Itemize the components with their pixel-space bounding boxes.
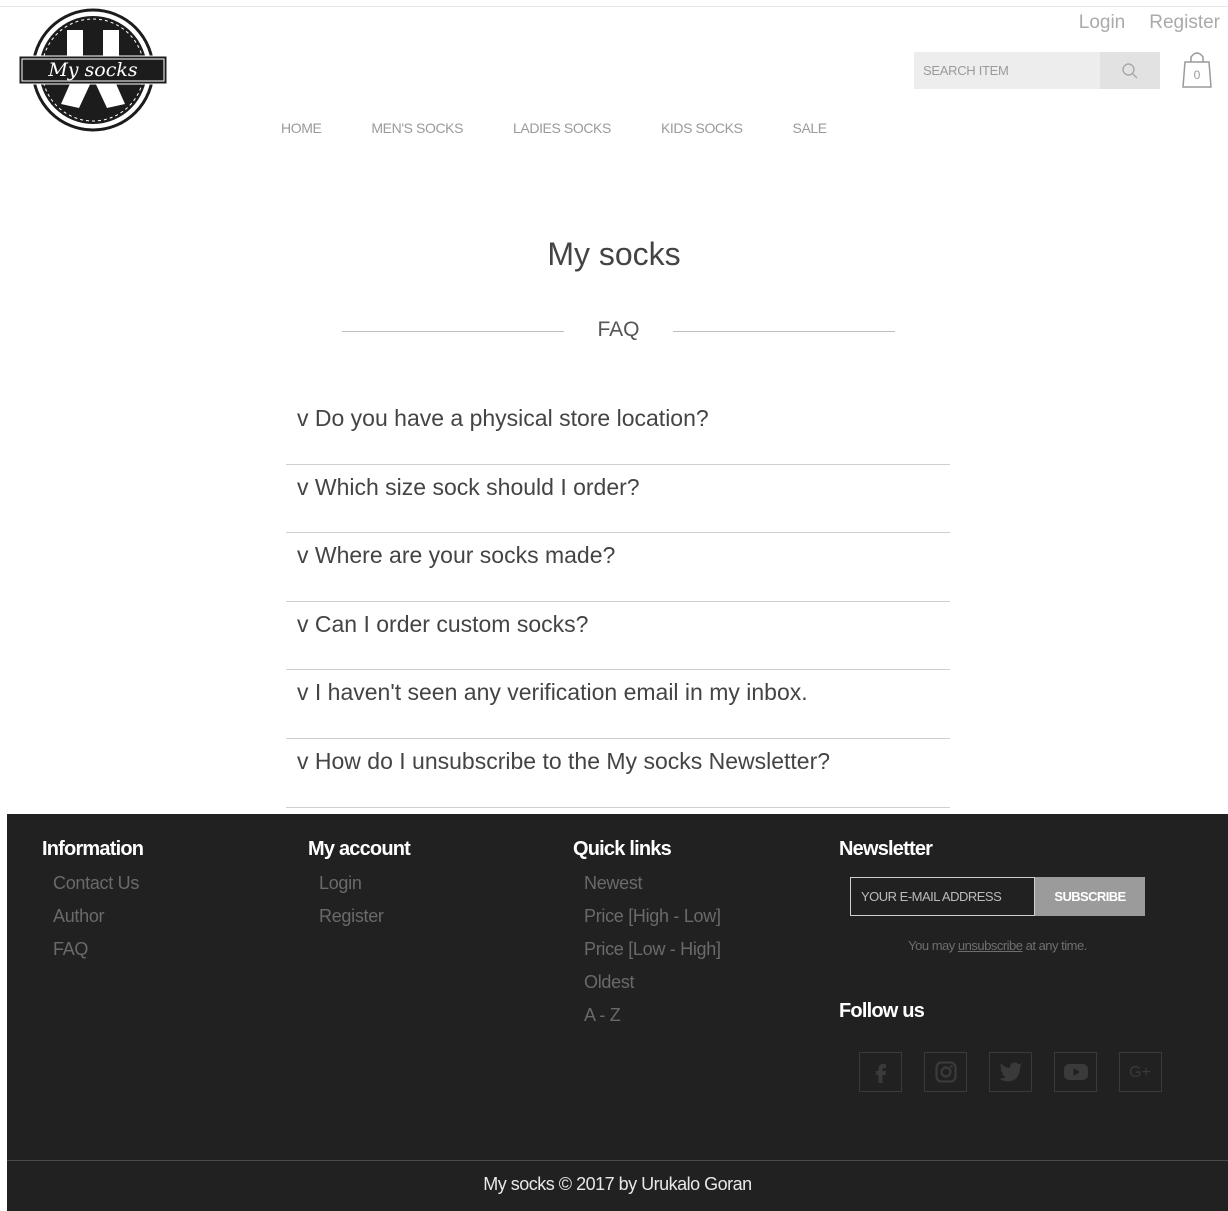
subscribe-button[interactable]: SUBSCRIBE bbox=[1035, 877, 1145, 916]
footer-link-price-low-high[interactable]: Price [Low - High] bbox=[584, 939, 721, 972]
google-plus-button[interactable]: G+ bbox=[1119, 1052, 1162, 1092]
newsletter-note-suffix: at any time. bbox=[1022, 938, 1088, 953]
top-divider bbox=[0, 6, 1228, 7]
footer: Information Contact Us Author FAQ My acc… bbox=[7, 814, 1228, 1211]
social-links: G+ bbox=[859, 1052, 1162, 1092]
facebook-button[interactable] bbox=[859, 1052, 902, 1092]
shopping-bag-icon[interactable]: 0 bbox=[1180, 48, 1214, 90]
faq-question[interactable]: v I haven't seen any verification email … bbox=[286, 670, 950, 739]
instagram-icon bbox=[934, 1061, 957, 1083]
logo-text: My socks bbox=[47, 59, 138, 81]
google-plus-icon: G+ bbox=[1129, 1064, 1151, 1081]
newsletter-note: You may unsubscribe at any time. bbox=[850, 938, 1145, 953]
page-title: My socks bbox=[547, 236, 681, 272]
nav-home[interactable]: HOME bbox=[281, 120, 322, 136]
auth-links: Login Register bbox=[1079, 12, 1220, 34]
footer-link-price-high-low[interactable]: Price [High - Low] bbox=[584, 906, 721, 939]
search-icon bbox=[1122, 62, 1138, 78]
instagram-button[interactable] bbox=[924, 1052, 967, 1092]
footer-link-a-z[interactable]: A - Z bbox=[584, 1005, 721, 1038]
newsletter-note-prefix: You may bbox=[908, 938, 958, 953]
twitter-icon bbox=[999, 1062, 1022, 1082]
footer-quicklinks-title: Quick links bbox=[573, 838, 672, 860]
footer-link-oldest[interactable]: Oldest bbox=[584, 972, 721, 1005]
footer-information-title: Information bbox=[42, 838, 144, 860]
footer-quicklinks: Quick links Newest Price [High - Low] Pr… bbox=[573, 838, 721, 1038]
nav-sale[interactable]: SALE bbox=[793, 120, 828, 136]
main-nav: HOME MEN'S SOCKS LADIES SOCKS KIDS SOCKS… bbox=[281, 120, 877, 136]
login-link[interactable]: Login bbox=[1079, 12, 1126, 34]
follow-us-title: Follow us bbox=[839, 1000, 925, 1022]
footer-newsletter: Newsletter bbox=[839, 838, 933, 873]
nav-ladies-socks[interactable]: LADIES SOCKS bbox=[513, 120, 611, 136]
copyright-text: My socks © 2017 by Urukalo Goran bbox=[483, 1174, 752, 1194]
footer-information: Information Contact Us Author FAQ bbox=[42, 838, 144, 972]
brand-logo[interactable]: My socks bbox=[17, 8, 169, 132]
footer-account-title: My account bbox=[308, 838, 411, 860]
footer-link-contact[interactable]: Contact Us bbox=[53, 873, 143, 906]
heading-divider-right bbox=[673, 331, 895, 332]
faq-question[interactable]: v Do you have a physical store location? bbox=[286, 396, 950, 465]
footer-link-author[interactable]: Author bbox=[53, 906, 143, 939]
facebook-icon bbox=[875, 1064, 886, 1083]
twitter-button[interactable] bbox=[989, 1052, 1032, 1092]
faq-question[interactable]: v Which size sock should I order? bbox=[286, 465, 950, 534]
nav-mens-socks[interactable]: MEN'S SOCKS bbox=[371, 120, 463, 136]
newsletter-email-input[interactable] bbox=[850, 877, 1035, 916]
cart-count: 0 bbox=[1194, 68, 1201, 82]
footer-account: My account Login Register bbox=[308, 838, 411, 939]
youtube-icon bbox=[1063, 1064, 1088, 1080]
search-input[interactable] bbox=[914, 52, 1100, 89]
faq-heading: FAQ bbox=[342, 316, 895, 346]
register-link[interactable]: Register bbox=[1149, 12, 1220, 34]
faq-question[interactable]: v Can I order custom socks? bbox=[286, 602, 950, 671]
svg-text:G+: G+ bbox=[1129, 1064, 1151, 1081]
footer-newsletter-title: Newsletter bbox=[839, 838, 933, 860]
faq-question[interactable]: v How do I unsubscribe to the My socks N… bbox=[286, 739, 950, 808]
youtube-button[interactable] bbox=[1054, 1052, 1097, 1092]
faq-question[interactable]: v Where are your socks made? bbox=[286, 533, 950, 602]
nav-kids-socks[interactable]: KIDS SOCKS bbox=[661, 120, 743, 136]
footer-link-register[interactable]: Register bbox=[319, 906, 410, 939]
search-bar bbox=[914, 52, 1160, 89]
unsubscribe-link[interactable]: unsubscribe bbox=[958, 938, 1023, 953]
footer-divider bbox=[7, 1160, 1228, 1161]
footer-link-faq[interactable]: FAQ bbox=[53, 939, 143, 972]
search-button[interactable] bbox=[1100, 52, 1160, 89]
footer-link-login[interactable]: Login bbox=[319, 873, 410, 906]
faq-label: FAQ bbox=[597, 318, 640, 341]
footer-link-newest[interactable]: Newest bbox=[584, 873, 721, 906]
faq-list: v Do you have a physical store location?… bbox=[286, 396, 950, 808]
newsletter-form: SUBSCRIBE bbox=[850, 877, 1145, 916]
